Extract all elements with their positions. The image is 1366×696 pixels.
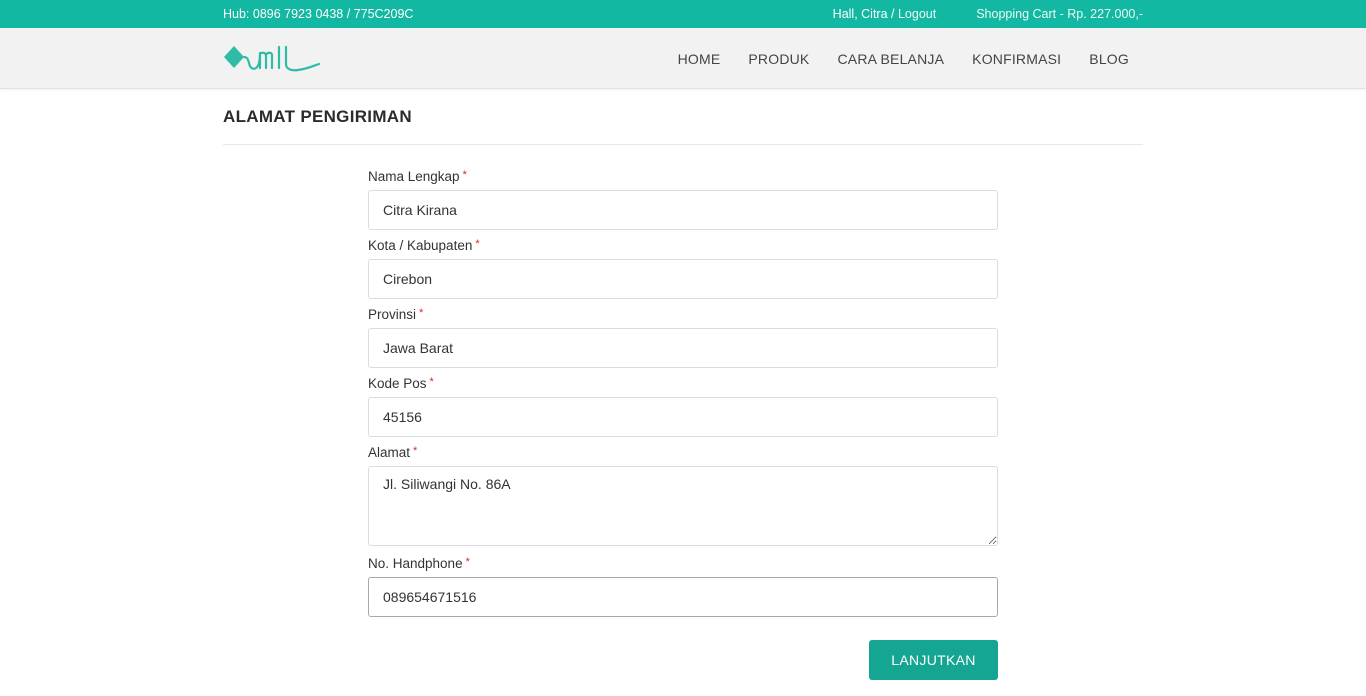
field-nama: Nama Lengkap * — [368, 167, 998, 230]
nav-konfirmasi[interactable]: KONFIRMASI — [958, 51, 1075, 67]
provinsi-input[interactable] — [368, 328, 998, 368]
required-mark: * — [429, 376, 434, 388]
kode-pos-input[interactable] — [368, 397, 998, 437]
main-navbar: HOME PRODUK CARA BELANJA KONFIRMASI BLOG — [0, 28, 1366, 89]
nav-produk[interactable]: PRODUK — [734, 51, 823, 67]
alamat-textarea[interactable]: Jl. Siliwangi No. 86A — [368, 466, 998, 546]
form-actions: LANJUTKAN — [368, 623, 998, 680]
alamat-label-text: Alamat — [368, 445, 411, 460]
nama-label-text: Nama Lengkap — [368, 169, 460, 184]
shopping-cart-link[interactable]: Shopping Cart - Rp. 227.000,- — [976, 7, 1143, 21]
no-handphone-input[interactable] — [368, 577, 998, 617]
kodepos-label-text: Kode Pos — [368, 376, 427, 391]
kota-label: Kota / Kabupaten * — [368, 236, 998, 259]
lanjutkan-button[interactable]: LANJUTKAN — [869, 640, 998, 680]
page-title: ALAMAT PENGIRIMAN — [223, 89, 1143, 145]
main-menu: HOME PRODUK CARA BELANJA KONFIRMASI BLOG — [664, 51, 1143, 67]
kodepos-label: Kode Pos * — [368, 374, 998, 397]
handphone-label: No. Handphone * — [368, 554, 998, 577]
field-kodepos: Kode Pos * — [368, 374, 998, 437]
nav-cara-belanja[interactable]: CARA BELANJA — [823, 51, 958, 67]
top-info-bar: Hub: 0896 7923 0438 / 775C209C Hall, Cit… — [0, 0, 1366, 28]
required-mark: * — [419, 307, 424, 319]
provinsi-label: Provinsi * — [368, 305, 998, 328]
required-mark: * — [475, 238, 480, 250]
field-kota: Kota / Kabupaten * — [368, 236, 998, 299]
user-greeting: Hall, Citra / Logout — [833, 7, 937, 21]
field-provinsi: Provinsi * — [368, 305, 998, 368]
shipping-address-form: Nama Lengkap* Kota / Kabupaten* Provinsi… — [368, 145, 998, 680]
kota-label-text: Kota / Kabupaten — [368, 238, 473, 253]
hub-contact-text: Hub: 0896 7923 0438 / 775C209C — [223, 7, 414, 21]
main-content: ALAMAT PENGIRIMAN Nama Lengkap* Kota / K… — [223, 89, 1143, 680]
required-mark: * — [413, 445, 418, 457]
nav-blog[interactable]: BLOG — [1075, 51, 1143, 67]
site-logo[interactable] — [223, 39, 321, 79]
provinsi-label-text: Provinsi — [368, 307, 417, 322]
alamat-label: Alamat * — [368, 443, 998, 466]
field-handphone: No. Handphone * — [368, 554, 998, 617]
field-alamat: Alamat * Jl. Siliwangi No. 86A — [368, 443, 998, 546]
greeting-text: Hall, Citra / — [832, 7, 895, 21]
nama-lengkap-input[interactable] — [368, 190, 998, 230]
required-mark: * — [465, 556, 470, 568]
nav-home[interactable]: HOME — [664, 51, 735, 67]
brand-logo-icon — [224, 45, 321, 71]
nama-label: Nama Lengkap * — [368, 167, 998, 190]
required-mark: * — [462, 169, 467, 181]
kota-kabupaten-input[interactable] — [368, 259, 998, 299]
handphone-label-text: No. Handphone — [368, 556, 463, 571]
logout-link[interactable]: Logout — [898, 7, 936, 21]
